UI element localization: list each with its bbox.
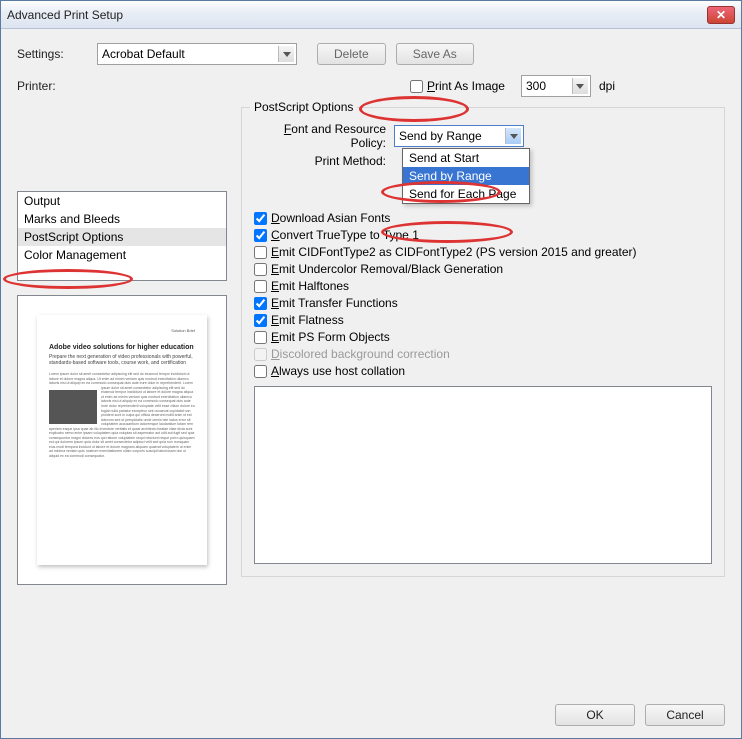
chevron-down-icon — [505, 128, 521, 144]
checkbox-label: Emit Flatness — [271, 313, 344, 327]
sidebar-item[interactable]: Color Management — [18, 246, 226, 264]
checkbox-input[interactable] — [254, 280, 267, 293]
delete-button[interactable]: Delete — [317, 43, 386, 65]
printer-label: Printer: — [17, 79, 97, 93]
postscript-options-group: PostScript Options Font and Resource Pol… — [241, 107, 725, 577]
chevron-down-icon — [278, 46, 294, 62]
dpi-label: dpi — [599, 79, 615, 93]
cancel-button[interactable]: Cancel — [645, 704, 725, 726]
advanced-print-setup-dialog: Advanced Print Setup ✕ Settings: Acrobat… — [0, 0, 742, 739]
close-button[interactable]: ✕ — [707, 6, 735, 24]
dpi-combo[interactable]: 300 — [521, 75, 591, 97]
chevron-down-icon — [572, 78, 588, 94]
ok-button[interactable]: OK — [555, 704, 635, 726]
option-checkbox[interactable]: Emit PS Form Objects — [254, 330, 712, 344]
font-policy-dropdown[interactable]: Send at StartSend by RangeSend for Each … — [402, 148, 530, 204]
checkbox-label: Always use host collation — [271, 364, 405, 378]
close-icon: ✕ — [716, 9, 726, 21]
category-list[interactable]: OutputMarks and BleedsPostScript Options… — [17, 191, 227, 281]
option-checkbox[interactable]: Convert TrueType to Type 1 — [254, 228, 712, 242]
page-preview: Solution Brief Adobe video solutions for… — [17, 295, 227, 585]
sidebar-item[interactable]: PostScript Options — [18, 228, 226, 246]
option-checkbox[interactable]: Emit Halftones — [254, 279, 712, 293]
dropdown-option[interactable]: Send for Each Page — [403, 185, 529, 203]
option-checkbox[interactable]: Emit Transfer Functions — [254, 296, 712, 310]
description-box — [254, 386, 712, 564]
group-label: PostScript Options — [250, 100, 357, 114]
settings-value: Acrobat Default — [102, 47, 185, 61]
checkbox-input[interactable] — [254, 229, 267, 242]
save-as-button[interactable]: Save As — [396, 43, 474, 65]
option-checkbox[interactable]: Emit Undercolor Removal/Black Generation — [254, 262, 712, 276]
option-checkbox[interactable]: Emit CIDFontType2 as CIDFontType2 (PS ve… — [254, 245, 712, 259]
print-as-image-input[interactable] — [410, 80, 423, 93]
preview-page: Solution Brief Adobe video solutions for… — [37, 315, 207, 565]
preview-subtitle: Prepare the next generation of video pro… — [49, 354, 195, 366]
checkbox-input[interactable] — [254, 365, 267, 378]
checkbox-label: Emit PS Form Objects — [271, 330, 390, 344]
titlebar: Advanced Print Setup ✕ — [1, 1, 741, 29]
checkbox-input[interactable] — [254, 314, 267, 327]
checkbox-label: Download Asian Fonts — [271, 211, 390, 225]
checkbox-input — [254, 348, 267, 361]
checkbox-input[interactable] — [254, 212, 267, 225]
checkbox-input[interactable] — [254, 297, 267, 310]
checkbox-input[interactable] — [254, 263, 267, 276]
option-checkbox[interactable]: Download Asian Fonts — [254, 211, 712, 225]
dpi-value: 300 — [526, 79, 546, 93]
checkbox-label: Convert TrueType to Type 1 — [271, 228, 419, 242]
window-title: Advanced Print Setup — [7, 8, 707, 22]
font-policy-value: Send by Range — [399, 129, 482, 143]
settings-combo[interactable]: Acrobat Default — [97, 43, 297, 65]
preview-title: Adobe video solutions for higher educati… — [49, 344, 195, 352]
print-as-image-label: Print As Image — [427, 79, 505, 93]
dropdown-option[interactable]: Send at Start — [403, 149, 529, 167]
option-checkbox[interactable]: Always use host collation — [254, 364, 712, 378]
checkbox-input[interactable] — [254, 331, 267, 344]
checkbox-label: Emit CIDFontType2 as CIDFontType2 (PS ve… — [271, 245, 637, 259]
sidebar-item[interactable]: Marks and Bleeds — [18, 210, 226, 228]
font-policy-combo[interactable]: Send by Range — [394, 125, 524, 147]
font-policy-label: Font and Resource Policy: — [254, 122, 394, 150]
option-checkbox: Discolored background correction — [254, 347, 712, 361]
print-as-image-checkbox[interactable]: Print As Image — [410, 79, 505, 93]
sidebar-item[interactable]: Output — [18, 192, 226, 210]
checkbox-label: Discolored background correction — [271, 347, 450, 361]
checkbox-label: Emit Halftones — [271, 279, 349, 293]
checkbox-input[interactable] — [254, 246, 267, 259]
print-method-label: Print Method: — [254, 154, 394, 168]
checkbox-label: Emit Undercolor Removal/Black Generation — [271, 262, 503, 276]
dropdown-option[interactable]: Send by Range — [403, 167, 529, 185]
option-checkbox[interactable]: Emit Flatness — [254, 313, 712, 327]
checkbox-label: Emit Transfer Functions — [271, 296, 398, 310]
settings-label: Settings: — [17, 47, 97, 61]
